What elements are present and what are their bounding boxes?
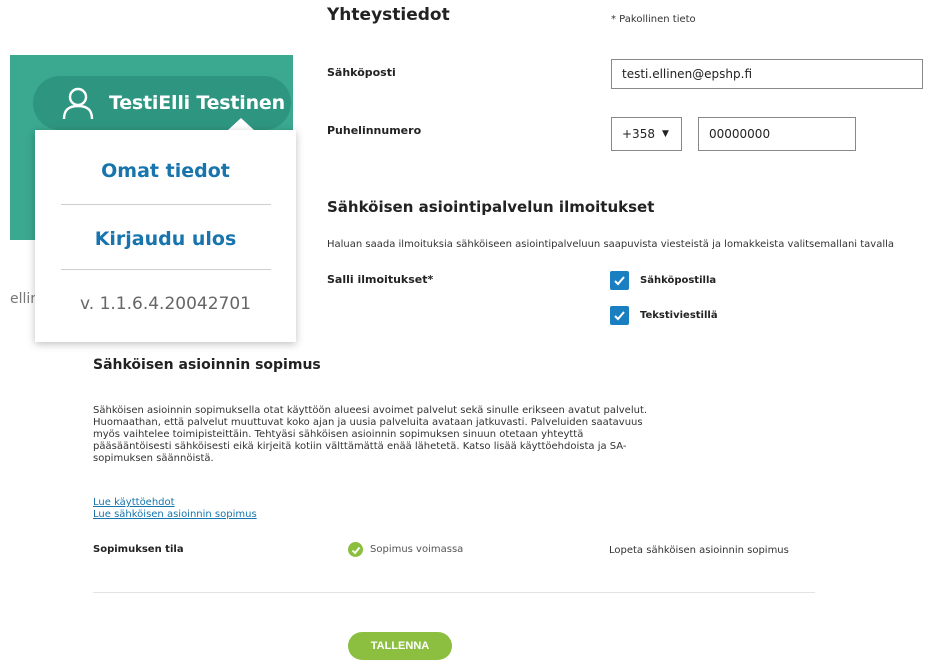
phone-field[interactable]: 00000000	[698, 117, 856, 151]
user-icon	[62, 87, 94, 120]
notifications-description: Haluan saada ilmoituksia sähköiseen asio…	[327, 239, 895, 250]
chevron-down-icon: ▼	[661, 129, 669, 139]
email-notification-checkbox[interactable]	[610, 271, 629, 290]
agreement-text-line: pääsääntöisesti sähköisesti eikä kirjeit…	[93, 441, 627, 452]
agreement-text-line: Huomaathan, että palvelut muuttuvat koko…	[93, 417, 643, 428]
agreement-text-line: myös vaihtelee toimipisteittäin. Tehtyäs…	[93, 429, 584, 440]
agreement-text-line: Sähköisen asioinnin sopimuksella otat kä…	[93, 405, 648, 416]
terms-link[interactable]: Lue käyttöehdot	[93, 497, 175, 508]
email-value: testi.ellinen@epshp.fi	[622, 67, 753, 81]
agreement-status-label: Sopimuksen tila	[93, 544, 184, 555]
save-button[interactable]: TALLENNA	[348, 632, 452, 660]
user-name: TestiElli Testinen	[109, 92, 285, 114]
phone-value: 00000000	[709, 127, 771, 141]
dropdown-caret	[228, 118, 254, 130]
required-note: * Pakollinen tieto	[611, 14, 696, 25]
user-dropdown-menu: Omat tiedot Kirjaudu ulos v. 1.1.6.4.200…	[35, 130, 296, 342]
menu-item-logout[interactable]: Kirjaudu ulos	[35, 228, 296, 250]
email-field[interactable]: testi.ellinen@epshp.fi	[611, 59, 923, 89]
country-code-value: +358	[622, 127, 655, 141]
sms-notification-checkbox[interactable]	[610, 306, 629, 325]
agreement-title: Sähköisen asioinnin sopimus	[93, 357, 321, 373]
email-notification-label: Sähköpostilla	[640, 275, 717, 286]
email-label: Sähköposti	[327, 66, 396, 79]
phone-label: Puhelinnumero	[327, 124, 422, 137]
agreement-text-line: sopimuksen säännöistä.	[93, 453, 214, 464]
divider	[93, 592, 815, 593]
menu-divider	[61, 204, 271, 205]
cancel-agreement-link[interactable]: Lopeta sähköisen asioinnin sopimus	[609, 545, 789, 556]
sms-notification-label: Tekstiviestillä	[640, 310, 718, 321]
agreement-link[interactable]: Lue sähköisen asioinnin sopimus	[93, 509, 257, 520]
version-label: v. 1.1.6.4.20042701	[80, 294, 251, 314]
checkmark-icon	[614, 276, 625, 286]
country-code-select[interactable]: +358 ▼	[611, 117, 682, 151]
allow-notifications-label: Salli ilmoitukset*	[327, 273, 434, 286]
menu-divider	[61, 269, 271, 270]
agreement-status-value: Sopimus voimassa	[370, 544, 464, 555]
notifications-title: Sähköisen asiointipalvelun ilmoitukset	[327, 198, 655, 216]
status-ok-icon	[348, 542, 363, 557]
agreement-paragraph: Sähköisen asioinnin sopimuksella otat kä…	[93, 405, 693, 465]
checkmark-icon	[614, 311, 625, 321]
contact-title: Yhteystiedot	[327, 5, 450, 25]
menu-item-own-info[interactable]: Omat tiedot	[35, 160, 296, 182]
